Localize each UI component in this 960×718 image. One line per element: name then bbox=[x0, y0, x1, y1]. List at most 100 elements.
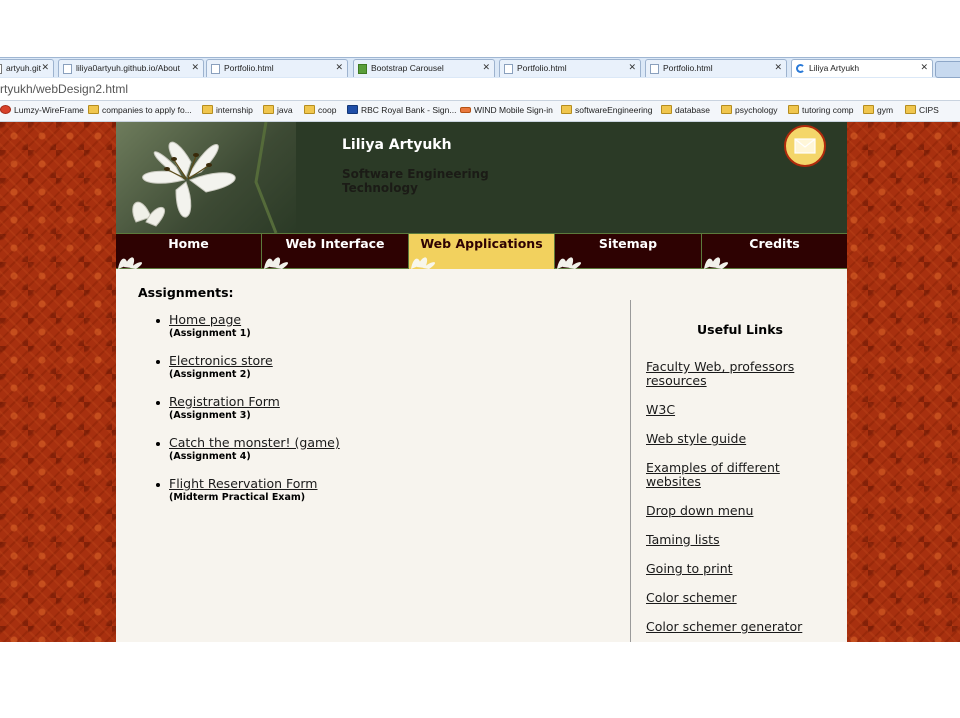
page-favicon-icon bbox=[650, 64, 659, 74]
browser-tab[interactable]: Portfolio.html ✕ bbox=[645, 59, 787, 77]
tab-close-icon[interactable]: ✕ bbox=[920, 62, 928, 73]
browser-tab[interactable]: artyuh.git ✕ bbox=[0, 59, 54, 77]
tab-title: Liliya Artyukh bbox=[809, 63, 860, 73]
useful-link[interactable]: Going to print bbox=[646, 562, 836, 576]
bookmark-folder[interactable]: java bbox=[263, 105, 293, 115]
tab-close-icon[interactable]: ✕ bbox=[41, 62, 49, 73]
lily-decoration-icon bbox=[704, 257, 729, 269]
assignment-link[interactable]: Registration Form bbox=[169, 395, 596, 409]
useful-links-list: Faculty Web, professors resources W3C We… bbox=[646, 360, 836, 642]
folder-icon bbox=[905, 105, 916, 114]
new-tab-button[interactable] bbox=[935, 61, 960, 78]
browser-tab[interactable]: Portfolio.html ✕ bbox=[499, 59, 641, 77]
page-favicon-icon bbox=[63, 64, 72, 74]
useful-link[interactable]: Taming lists bbox=[646, 533, 836, 547]
page-favicon-icon bbox=[211, 64, 220, 74]
useful-link-item: Drop down menu bbox=[646, 504, 836, 518]
browser-tab-active[interactable]: Liliya Artyukh ✕ bbox=[791, 59, 933, 77]
tab-close-icon[interactable]: ✕ bbox=[482, 62, 490, 73]
folder-icon bbox=[88, 105, 99, 114]
page-favicon-icon bbox=[0, 64, 2, 74]
useful-link[interactable]: Web style guide bbox=[646, 432, 836, 446]
assignment-item: Flight Reservation Form (Midterm Practic… bbox=[156, 477, 596, 518]
lumzy-icon bbox=[0, 105, 11, 114]
nav-web-applications[interactable]: Web Applications bbox=[409, 234, 555, 269]
nav-credits[interactable]: Credits bbox=[702, 234, 847, 269]
useful-link[interactable]: Faculty Web, professors resources bbox=[646, 360, 836, 388]
nav-sitemap[interactable]: Sitemap bbox=[555, 234, 702, 269]
folder-icon bbox=[863, 105, 874, 114]
bookmark-folder[interactable]: internship bbox=[202, 105, 253, 115]
bookmark-item[interactable]: Lumzy-WireFrame bbox=[0, 105, 84, 115]
lily-decoration-icon bbox=[411, 257, 436, 269]
main-content: Assignments: Home page (Assignment 1) El… bbox=[116, 269, 847, 642]
assignment-item: Catch the monster! (game) (Assignment 4) bbox=[156, 436, 596, 477]
tab-title: Portfolio.html bbox=[517, 63, 567, 73]
assignment-note: (Assignment 3) bbox=[169, 410, 251, 421]
bookmark-folder[interactable]: tutoring comp bbox=[788, 105, 854, 115]
folder-icon bbox=[202, 105, 213, 114]
bookmark-folder[interactable]: softwareEngineering bbox=[561, 105, 653, 115]
bookmark-folder[interactable]: psychology bbox=[721, 105, 778, 115]
bootstrap-favicon-icon bbox=[358, 64, 367, 74]
tab-title: Bootstrap Carousel bbox=[371, 63, 444, 73]
browser-tab[interactable]: liliya0artyuh.github.io/About ✕ bbox=[58, 59, 204, 77]
address-bar[interactable]: rtyukh/webDesign2.html bbox=[0, 78, 960, 101]
folder-icon bbox=[661, 105, 672, 114]
tab-close-icon[interactable]: ✕ bbox=[628, 62, 636, 73]
folder-icon bbox=[561, 105, 572, 114]
loading-spinner-icon bbox=[796, 64, 805, 73]
bookmark-item[interactable]: RBC Royal Bank - Sign... bbox=[347, 105, 456, 115]
page-background: Liliya Artyukh Software Engineering Tech… bbox=[0, 122, 960, 642]
page-container: Liliya Artyukh Software Engineering Tech… bbox=[116, 122, 847, 642]
column-divider bbox=[630, 300, 631, 642]
assignment-link[interactable]: Flight Reservation Form bbox=[169, 477, 596, 491]
bookmark-folder[interactable]: gym bbox=[863, 105, 893, 115]
assignment-item: Home page (Assignment 1) bbox=[156, 313, 596, 354]
useful-link[interactable]: W3C bbox=[646, 403, 836, 417]
useful-link-item: Faculty Web, professors resources bbox=[646, 360, 836, 388]
assignment-note: (Assignment 1) bbox=[169, 328, 251, 339]
assignment-link[interactable]: Home page bbox=[169, 313, 596, 327]
lily-decoration-icon bbox=[118, 257, 143, 269]
site-header: Liliya Artyukh Software Engineering Tech… bbox=[116, 122, 847, 234]
nav-web-interface[interactable]: Web Interface bbox=[262, 234, 409, 269]
bookmark-folder[interactable]: companies to apply fo... bbox=[88, 105, 192, 115]
assignment-link[interactable]: Electronics store bbox=[169, 354, 596, 368]
browser-tab[interactable]: Bootstrap Carousel ✕ bbox=[353, 59, 495, 77]
bookmark-folder[interactable]: database bbox=[661, 105, 710, 115]
lily-decoration-icon bbox=[264, 257, 289, 269]
rbc-icon bbox=[347, 105, 358, 114]
tab-title: liliya0artyuh.github.io/About bbox=[76, 63, 180, 73]
bookmark-folder[interactable]: coop bbox=[304, 105, 336, 115]
useful-link-item: Going to print bbox=[646, 562, 836, 576]
bookmarks-bar: Lumzy-WireFrame companies to apply fo...… bbox=[0, 101, 960, 122]
folder-icon bbox=[788, 105, 799, 114]
browser-tab[interactable]: Portfolio.html ✕ bbox=[206, 59, 348, 77]
useful-link[interactable]: Examples of different websites bbox=[646, 461, 836, 489]
useful-link-item: Web style guide bbox=[646, 432, 836, 446]
tab-close-icon[interactable]: ✕ bbox=[774, 62, 782, 73]
page-favicon-icon bbox=[504, 64, 513, 74]
wind-icon bbox=[460, 107, 471, 113]
tab-close-icon[interactable]: ✕ bbox=[191, 62, 199, 73]
lily-decoration-icon bbox=[557, 257, 582, 269]
assignment-note: (Assignment 2) bbox=[169, 369, 251, 380]
assignment-item: Electronics store (Assignment 2) bbox=[156, 354, 596, 395]
useful-link[interactable]: Drop down menu bbox=[646, 504, 836, 518]
useful-link[interactable]: Color schemer bbox=[646, 591, 836, 605]
useful-link[interactable]: Color schemer generator bbox=[646, 620, 836, 634]
tab-title: Portfolio.html bbox=[663, 63, 713, 73]
tab-close-icon[interactable]: ✕ bbox=[335, 62, 343, 73]
bookmark-folder[interactable]: CIPS bbox=[905, 105, 939, 115]
bookmark-item[interactable]: WIND Mobile Sign-in bbox=[460, 105, 553, 115]
useful-link-item: Taming lists bbox=[646, 533, 836, 547]
useful-links-heading: Useful Links bbox=[697, 322, 783, 337]
folder-icon bbox=[263, 105, 274, 114]
useful-link-item: Color schemer bbox=[646, 591, 836, 605]
assignment-link[interactable]: Catch the monster! (game) bbox=[169, 436, 596, 450]
nav-home[interactable]: Home bbox=[116, 234, 262, 269]
tab-title: artyuh.git bbox=[6, 63, 41, 73]
envelope-icon[interactable] bbox=[784, 125, 826, 167]
url-text: rtyukh/webDesign2.html bbox=[0, 82, 129, 96]
